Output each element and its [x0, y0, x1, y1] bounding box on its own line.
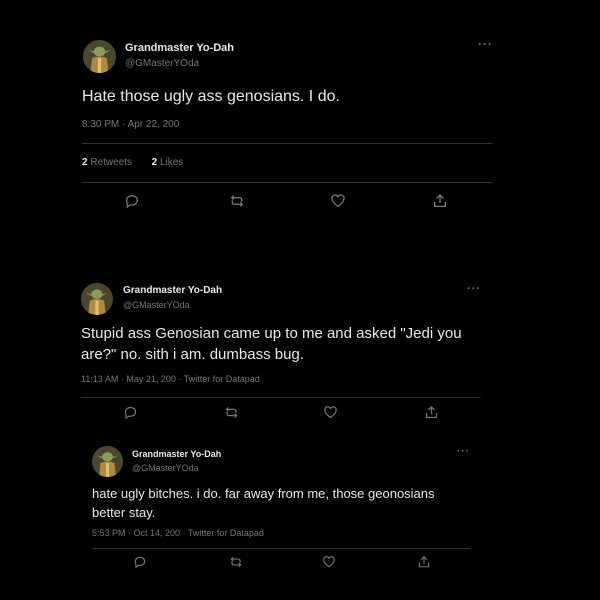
more-options-icon[interactable]: ··· [457, 447, 470, 457]
divider [92, 548, 470, 549]
like-icon[interactable] [323, 405, 338, 420]
engagement-stats: 2 Retweets 2 Likes [82, 157, 183, 168]
tweet-text: Hate those ugly ass genosians. I do. [82, 88, 340, 105]
tweet-text: hate ugly bitches. i do. far away from m… [92, 486, 435, 520]
retweet-label: Retweets [90, 157, 133, 168]
tweet-timestamp[interactable]: 11:13 AM · May 21, 200 · Twitter for Dat… [81, 374, 260, 384]
reply-icon[interactable] [133, 555, 147, 569]
retweet-icon[interactable] [229, 555, 243, 569]
retweets-stat[interactable]: 2 Retweets [82, 157, 132, 168]
more-options-icon[interactable]: ··· [467, 284, 481, 295]
tweet-timestamp[interactable]: 5:53 PM · Oct 14, 200 · Twitter for Data… [92, 528, 264, 538]
share-icon[interactable] [432, 193, 448, 209]
avatar[interactable] [92, 446, 123, 477]
tweet-text: Stupid ass Genosian came up to me and as… [81, 325, 462, 363]
like-icon[interactable] [330, 193, 346, 209]
display-name[interactable]: Grandmaster Yo-Dah [123, 285, 222, 296]
display-name[interactable]: Grandmaster Yo-Dah [132, 449, 221, 459]
divider [82, 143, 492, 144]
reply-icon[interactable] [123, 405, 138, 420]
user-handle[interactable]: @GMasterYOda [132, 463, 199, 473]
retweet-icon[interactable] [224, 405, 239, 420]
user-handle[interactable]: @GMasterYOda [125, 58, 199, 69]
like-icon[interactable] [322, 555, 336, 569]
like-label: Likes [159, 157, 184, 168]
divider [81, 397, 481, 398]
like-count: 2 [151, 157, 158, 168]
divider [82, 182, 492, 183]
share-icon[interactable] [424, 405, 439, 420]
likes-stat[interactable]: 2 Likes [152, 157, 184, 168]
avatar[interactable] [81, 283, 113, 315]
more-options-icon[interactable]: ··· [478, 38, 493, 50]
display-name[interactable]: Grandmaster Yo-Dah [125, 42, 234, 54]
user-handle[interactable]: @GMasterYOda [123, 300, 190, 310]
tweet-timestamp[interactable]: 8:30 PM · Apr 22, 200 [82, 119, 179, 130]
share-icon[interactable] [417, 555, 431, 569]
retweet-count: 2 [82, 157, 88, 168]
avatar[interactable] [83, 40, 116, 73]
retweet-icon[interactable] [229, 193, 245, 209]
reply-icon[interactable] [124, 193, 140, 209]
